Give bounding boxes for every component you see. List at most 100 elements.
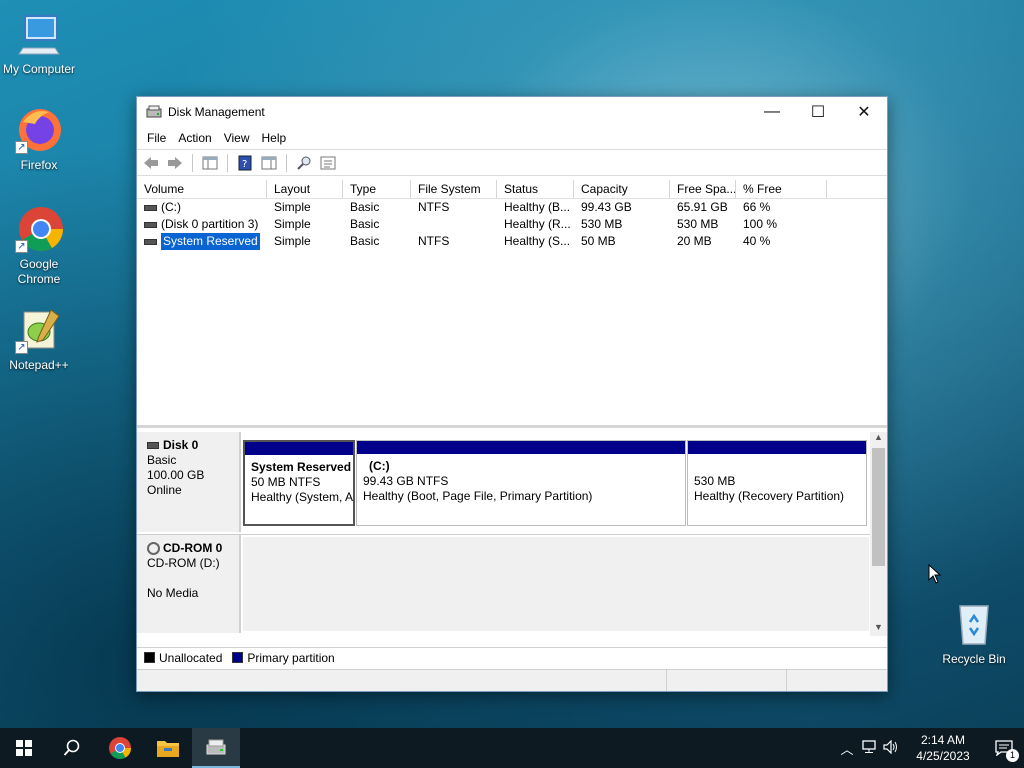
disk-name: CD-ROM 0 (163, 541, 223, 555)
desktop-icon-recycle-bin[interactable]: Recycle Bin (936, 600, 1012, 667)
partition-name: (C:) (369, 459, 390, 473)
menu-action[interactable]: Action (172, 131, 217, 145)
cell-layout: Simple (274, 234, 311, 248)
desktop-icon-firefox[interactable]: ↗ Firefox (1, 106, 77, 173)
column-header-file-system[interactable]: File System (411, 180, 497, 198)
notification-count-badge: 1 (1006, 749, 1019, 762)
partition-status: Healthy (Boot, Page File, Primary Partit… (363, 489, 593, 503)
column-header-volume[interactable]: Volume (137, 180, 267, 198)
disk-row-cd-rom-0: CD-ROM 0 CD-ROM (D:) No Media (137, 534, 871, 633)
column-header-free-space[interactable]: Free Spa... (670, 180, 736, 198)
cd-rom-empty-area (243, 537, 869, 631)
cell-type: Basic (350, 234, 380, 248)
legend-swatch-primary (232, 652, 244, 663)
disk-name: Disk 0 (163, 438, 199, 452)
desktop-icon-label: Firefox (20, 158, 58, 172)
volume-drive-icon (144, 238, 157, 245)
disk-kind: Basic (147, 453, 177, 467)
cell-free-space: 20 MB (677, 234, 712, 248)
menu-file[interactable]: File (141, 131, 172, 145)
hard-disk-icon (147, 442, 159, 449)
disk-0-label[interactable]: Disk 0 Basic 100.00 GB Online (137, 432, 241, 532)
toolbar-separator (192, 153, 193, 172)
taskbar-disk-management[interactable] (192, 728, 240, 768)
menu-bar: File Action View Help (137, 127, 887, 149)
partition-recovery[interactable]: 530 MB Healthy (Recovery Partition) (687, 440, 867, 526)
partition-size: 530 MB (694, 474, 736, 488)
cd-rom-icon (147, 542, 160, 555)
taskbar-clock[interactable]: 2:14 AM 4/25/2023 (908, 732, 978, 764)
properties-button[interactable] (318, 153, 338, 173)
desktop-icon-label: Notepad++ (9, 358, 69, 372)
table-row-selected[interactable]: System Reserved Simple Basic NTFS Health… (137, 233, 887, 250)
back-arrow-icon (144, 156, 158, 169)
legend-label-unallocated: Unallocated (159, 650, 223, 665)
minimize-button[interactable]: — (749, 97, 795, 127)
maximize-button[interactable]: ☐ (795, 97, 841, 127)
desktop-icon-label: Recycle Bin (942, 652, 1006, 666)
network-icon[interactable] (858, 739, 880, 757)
volume-list[interactable]: Volume Layout Type File System Status Ca… (137, 180, 887, 428)
partition-size: 50 MB NTFS (251, 475, 321, 489)
taskbar-file-explorer[interactable] (144, 728, 192, 768)
close-button[interactable]: ✕ (841, 97, 887, 127)
volume-drive-icon (144, 221, 157, 228)
help-icon: ? (238, 155, 252, 170)
mouse-cursor-icon (928, 563, 942, 587)
disk-management-icon (146, 104, 162, 120)
toolbar: ? (137, 149, 887, 176)
column-header-status[interactable]: Status (497, 180, 574, 198)
table-row[interactable]: (C:) Simple Basic NTFS Healthy (B... 99.… (137, 199, 887, 216)
cell-capacity: 50 MB (581, 234, 616, 248)
menu-view[interactable]: View (218, 131, 256, 145)
action-center-button[interactable]: 1 (984, 728, 1024, 768)
partition-status: Healthy (Recovery Partition) (694, 489, 845, 503)
scrollbar-thumb[interactable] (872, 448, 885, 566)
volume-speaker-icon[interactable] (880, 739, 902, 757)
properties-icon (320, 156, 336, 169)
shortcut-arrow-icon: ↗ (15, 341, 28, 354)
clock-time: 2:14 AM (920, 733, 966, 747)
partition-system-reserved[interactable]: System Reserved 50 MB NTFS Healthy (Syst… (243, 440, 355, 526)
cell-free-space: 530 MB (677, 217, 719, 231)
desktop-icon-my-computer[interactable]: My Computer (1, 10, 77, 77)
search-button[interactable] (48, 728, 96, 768)
column-header-layout[interactable]: Layout (267, 180, 343, 198)
toolbar-separator (227, 153, 228, 172)
show-hidden-icons-chevron-icon[interactable]: ︿ (836, 739, 858, 758)
rescan-disks-button[interactable] (294, 153, 314, 173)
forward-button[interactable] (165, 153, 185, 173)
partition-bar (688, 441, 866, 454)
svg-text:?: ? (242, 159, 247, 170)
cell-percent-free: 66 % (743, 200, 771, 214)
table-row[interactable]: (Disk 0 partition 3) Simple Basic Health… (137, 216, 887, 233)
desktop-icon-notepad-plus-plus[interactable]: ↗ Notepad++ (1, 306, 77, 373)
show-hide-console-tree-button[interactable] (200, 153, 220, 173)
desktop-icon-chrome[interactable]: ↗ Google Chrome (1, 205, 77, 287)
scroll-up-arrow-icon[interactable]: ▲ (870, 432, 887, 446)
shortcut-arrow-icon: ↗ (15, 240, 28, 253)
scroll-down-arrow-icon[interactable]: ▼ (870, 622, 887, 636)
show-action-pane-button[interactable] (259, 153, 279, 173)
partition-bar (357, 441, 685, 454)
partition-c[interactable]: (C:) 99.43 GB NTFS Healthy (Boot, Page F… (356, 440, 686, 526)
taskbar: ︿ 2:14 AM 4/25/2023 1 (0, 728, 1024, 768)
disk-map-scrollbar[interactable]: ▲ ▼ (870, 432, 887, 636)
column-header-capacity[interactable]: Capacity (574, 180, 670, 198)
cell-layout: Simple (274, 217, 311, 231)
volume-list-header: Volume Layout Type File System Status Ca… (137, 180, 887, 199)
system-tray: ︿ 2:14 AM 4/25/2023 1 (836, 728, 1024, 768)
action-pane-icon (261, 156, 277, 169)
column-header-percent-free[interactable]: % Free (736, 180, 827, 198)
cd-rom-0-label[interactable]: CD-ROM 0 CD-ROM (D:) No Media (137, 535, 241, 633)
monitor-icon (15, 10, 63, 58)
taskbar-chrome[interactable] (96, 728, 144, 768)
cell-capacity: 530 MB (581, 217, 623, 231)
partition-bar (245, 442, 353, 455)
title-bar[interactable]: Disk Management — ☐ ✕ (137, 97, 887, 127)
back-button[interactable] (141, 153, 161, 173)
menu-help[interactable]: Help (256, 131, 293, 145)
start-button[interactable] (0, 728, 48, 768)
help-button[interactable]: ? (235, 153, 255, 173)
column-header-type[interactable]: Type (343, 180, 411, 198)
